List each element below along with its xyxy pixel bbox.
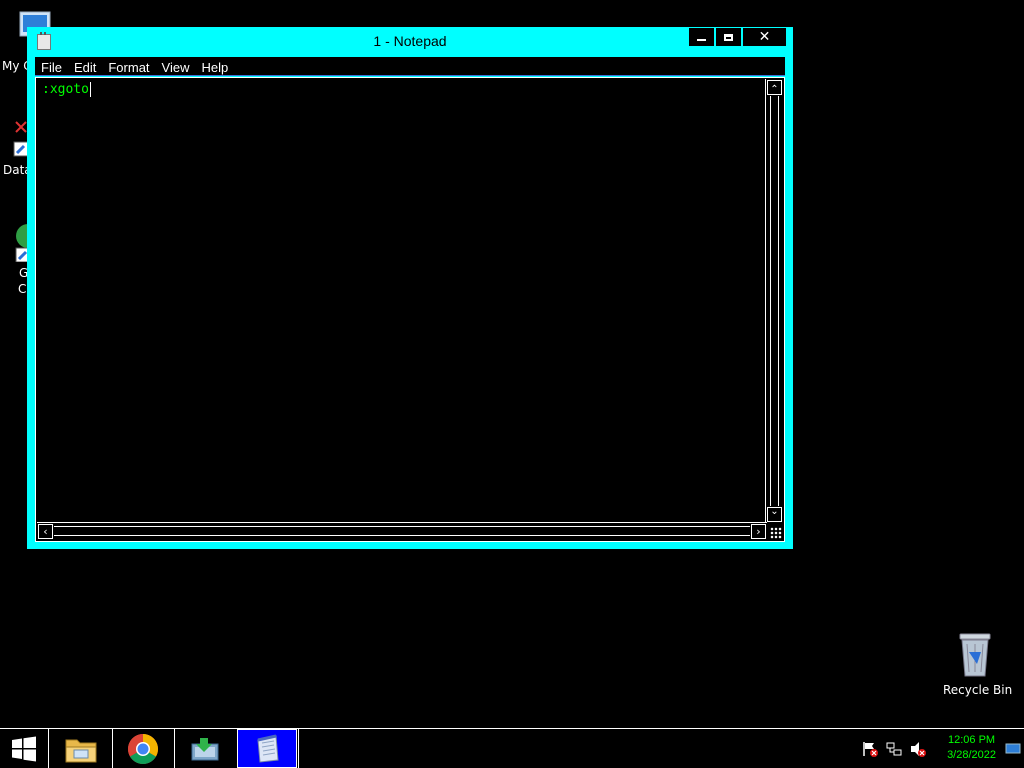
menu-bar: File Edit Format View Help	[35, 57, 785, 76]
chrome-icon	[127, 733, 159, 764]
scroll-left-button[interactable]: ‹	[38, 524, 53, 539]
maximize-icon	[724, 33, 733, 41]
taskbar-file-explorer[interactable]	[51, 729, 111, 768]
menu-format[interactable]: Format	[108, 58, 149, 75]
editor-text-value: :xgoto	[42, 82, 89, 97]
menu-help[interactable]: Help	[201, 58, 228, 75]
clock-time: 12:06 PM	[947, 734, 996, 746]
scroll-up-button[interactable]: ⌃	[767, 80, 782, 95]
menu-edit[interactable]: Edit	[74, 58, 96, 75]
volume-icon[interactable]	[910, 741, 926, 757]
clock-date: 3/28/2022	[947, 749, 996, 761]
close-button[interactable]: ✕	[742, 27, 787, 47]
resize-grip-icon[interactable]	[770, 527, 782, 539]
editor-text[interactable]: :xgoto	[42, 82, 91, 97]
system-clock[interactable]: 12:06 PM 3/28/2022	[947, 733, 996, 763]
scroll-down-button[interactable]: ⌄	[767, 507, 782, 522]
notepad-icon	[257, 734, 279, 763]
desktop-label-chrome-2: C	[18, 282, 27, 296]
recycle-bin-icon	[959, 633, 991, 677]
sync-app-icon	[191, 737, 219, 760]
flag-icon[interactable]	[862, 741, 878, 757]
vertical-scroll-track[interactable]	[770, 96, 779, 506]
desktop-icon-recycle-bin[interactable]: Recycle Bin	[943, 630, 1013, 700]
menu-file[interactable]: File	[41, 58, 62, 75]
network-icon[interactable]	[886, 741, 902, 757]
taskbar-chrome[interactable]	[113, 729, 173, 768]
chevron-left-icon: ‹	[43, 525, 48, 538]
taskbar-separator	[298, 729, 299, 768]
taskbar-separator	[48, 729, 49, 768]
horizontal-scrollbar[interactable]: ‹ ›	[37, 522, 767, 540]
taskbar-sync-app[interactable]	[175, 729, 235, 768]
vertical-scrollbar[interactable]: ⌃ ⌄	[765, 79, 783, 523]
taskbar-notepad[interactable]	[237, 729, 297, 768]
close-icon: ✕	[758, 29, 771, 45]
menu-view[interactable]: View	[162, 58, 190, 75]
recycle-bin-label: Recycle Bin	[943, 683, 1013, 697]
text-caret	[89, 82, 91, 97]
chevron-down-icon: ⌄	[770, 506, 779, 517]
text-editor[interactable]: :xgoto ⌃ ⌄ ‹ ›	[35, 77, 785, 542]
start-button[interactable]	[0, 729, 48, 768]
horizontal-scroll-track[interactable]	[54, 526, 750, 536]
title-bar[interactable]: 1 - Notepad ✕	[27, 27, 793, 57]
windows-logo-icon	[12, 736, 36, 761]
maximize-button[interactable]	[715, 27, 742, 47]
window-title: 1 - Notepad	[373, 33, 447, 49]
chevron-up-icon: ⌃	[770, 84, 779, 95]
taskbar: 12:06 PM 3/28/2022	[0, 728, 1024, 768]
minimize-icon	[697, 39, 706, 41]
notepad-window: 1 - Notepad ✕ File Edit Format View Help :xg…	[27, 27, 793, 549]
file-explorer-icon	[65, 739, 97, 762]
show-desktop-icon[interactable]	[1005, 743, 1021, 755]
scroll-right-button[interactable]: ›	[751, 524, 766, 539]
chevron-right-icon: ›	[756, 525, 761, 538]
minimize-button[interactable]	[688, 27, 715, 47]
